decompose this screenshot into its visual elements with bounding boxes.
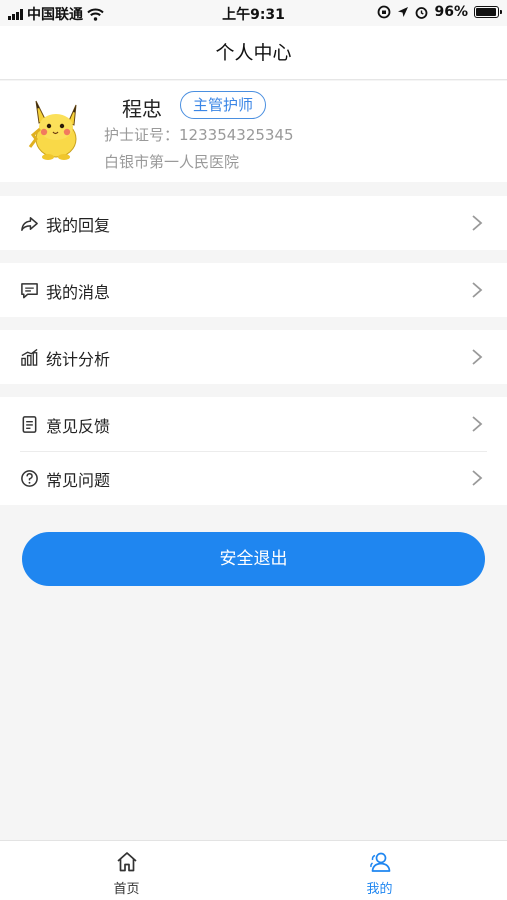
home-icon [116, 852, 137, 872]
menu-label-faq: 常见问题 [46, 471, 111, 490]
share-icon [21, 217, 38, 231]
question-icon [21, 470, 38, 487]
tab-home-label: 首页 [113, 882, 140, 897]
menu-item-stats[interactable]: 统计分析 [0, 330, 507, 384]
menu-group-messages: 我的消息 [0, 263, 507, 317]
menu-item-feedback[interactable]: 意见反馈 [0, 397, 507, 451]
tab-mine-label: 我的 [366, 882, 393, 897]
menu-label-feedback: 意见反馈 [46, 417, 111, 436]
page-title: 个人中心 [0, 26, 507, 80]
user-icon [369, 852, 390, 872]
chevron-right-icon [472, 349, 483, 365]
chart-icon [21, 348, 38, 366]
cert-label: 护士证号： [104, 126, 180, 144]
orientation-lock-icon [378, 5, 391, 19]
status-bar: 中国联通 上午9:31 96% [0, 0, 507, 26]
role-badge: 主管护师 [180, 91, 267, 119]
document-icon [22, 416, 37, 433]
menu-group-support: 意见反馈 常见问题 [0, 397, 507, 505]
menu-label-messages: 我的消息 [46, 283, 111, 302]
user-name: 程忠 [122, 97, 162, 121]
status-right: 96% [377, 4, 502, 20]
chevron-right-icon [472, 470, 483, 486]
avatar[interactable] [24, 95, 88, 165]
location-icon [398, 7, 409, 17]
profile-card: 程忠 主管护师 护士证号：123354325345 白银市第一人民医院 [0, 81, 507, 182]
tab-home[interactable]: 首页 [0, 841, 253, 900]
hospital-name: 白银市第一人民医院 [104, 153, 240, 171]
menu-label-reply: 我的回复 [46, 216, 111, 235]
tab-mine[interactable]: 我的 [253, 841, 506, 900]
chevron-right-icon [472, 282, 483, 298]
menu-item-messages[interactable]: 我的消息 [0, 263, 507, 317]
battery-icon [474, 6, 502, 18]
cert-number: 123354325345 [179, 126, 294, 144]
chevron-right-icon [472, 215, 483, 231]
alarm-icon [416, 6, 428, 19]
menu-item-reply[interactable]: 我的回复 [0, 196, 507, 250]
logout-button[interactable]: 安全退出 [22, 532, 485, 586]
menu-item-faq[interactable]: 常见问题 [0, 451, 507, 505]
cert-line: 护士证号：123354325345 [104, 124, 294, 145]
battery-fill [476, 8, 497, 16]
tab-bar: 首页 我的 [0, 840, 507, 900]
battery-percent: 96% [434, 4, 468, 20]
message-icon [21, 283, 38, 299]
chevron-right-icon [472, 416, 483, 432]
menu-group-reply: 我的回复 [0, 196, 507, 250]
menu-label-stats: 统计分析 [46, 350, 111, 369]
menu-group-stats: 统计分析 [0, 330, 507, 384]
